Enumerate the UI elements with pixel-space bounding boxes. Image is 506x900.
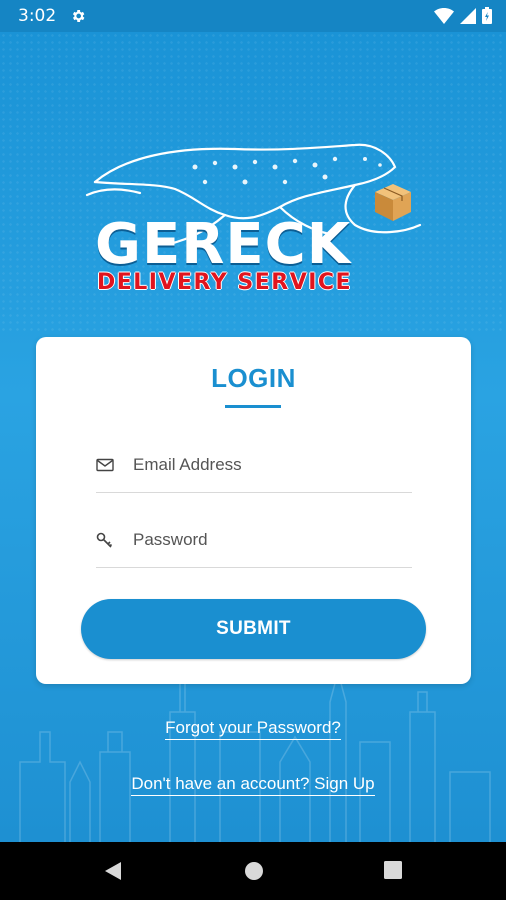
gear-icon bbox=[73, 10, 85, 22]
battery-icon bbox=[482, 7, 492, 24]
email-field bbox=[96, 442, 412, 493]
recents-icon[interactable] bbox=[384, 861, 402, 879]
status-time: 3:02 bbox=[18, 6, 57, 26]
password-field bbox=[96, 517, 412, 568]
wifi-icon bbox=[434, 7, 454, 24]
navigation-bar bbox=[0, 842, 506, 900]
email-input[interactable] bbox=[131, 446, 405, 484]
status-icons bbox=[434, 7, 492, 24]
envelope-icon bbox=[96, 458, 114, 472]
package-icon bbox=[375, 184, 411, 221]
sign-up-label: Don't have an account? Sign Up bbox=[131, 774, 375, 796]
sign-up-link[interactable]: Don't have an account? Sign Up bbox=[0, 774, 506, 796]
login-title: LOGIN bbox=[211, 363, 296, 393]
status-bar: 3:02 bbox=[0, 0, 506, 32]
forgot-password-link[interactable]: Forgot your Password? bbox=[0, 718, 506, 740]
signal-icon bbox=[460, 7, 476, 24]
brand-subtitle: DELIVERY SERVICE bbox=[97, 270, 353, 295]
submit-button[interactable]: SUBMIT bbox=[81, 599, 426, 659]
home-icon[interactable] bbox=[244, 861, 264, 881]
password-input[interactable] bbox=[131, 521, 405, 559]
title-underline bbox=[225, 405, 281, 408]
key-icon bbox=[96, 532, 113, 548]
brand-title: GERECK bbox=[95, 212, 352, 277]
login-card: LOGIN SUBMIT bbox=[36, 337, 471, 684]
back-icon[interactable] bbox=[103, 861, 123, 881]
login-screen: GERECK DELIVERY SERVICE LOGIN SUBMIT For… bbox=[0, 32, 506, 842]
forgot-password-label: Forgot your Password? bbox=[165, 718, 341, 740]
